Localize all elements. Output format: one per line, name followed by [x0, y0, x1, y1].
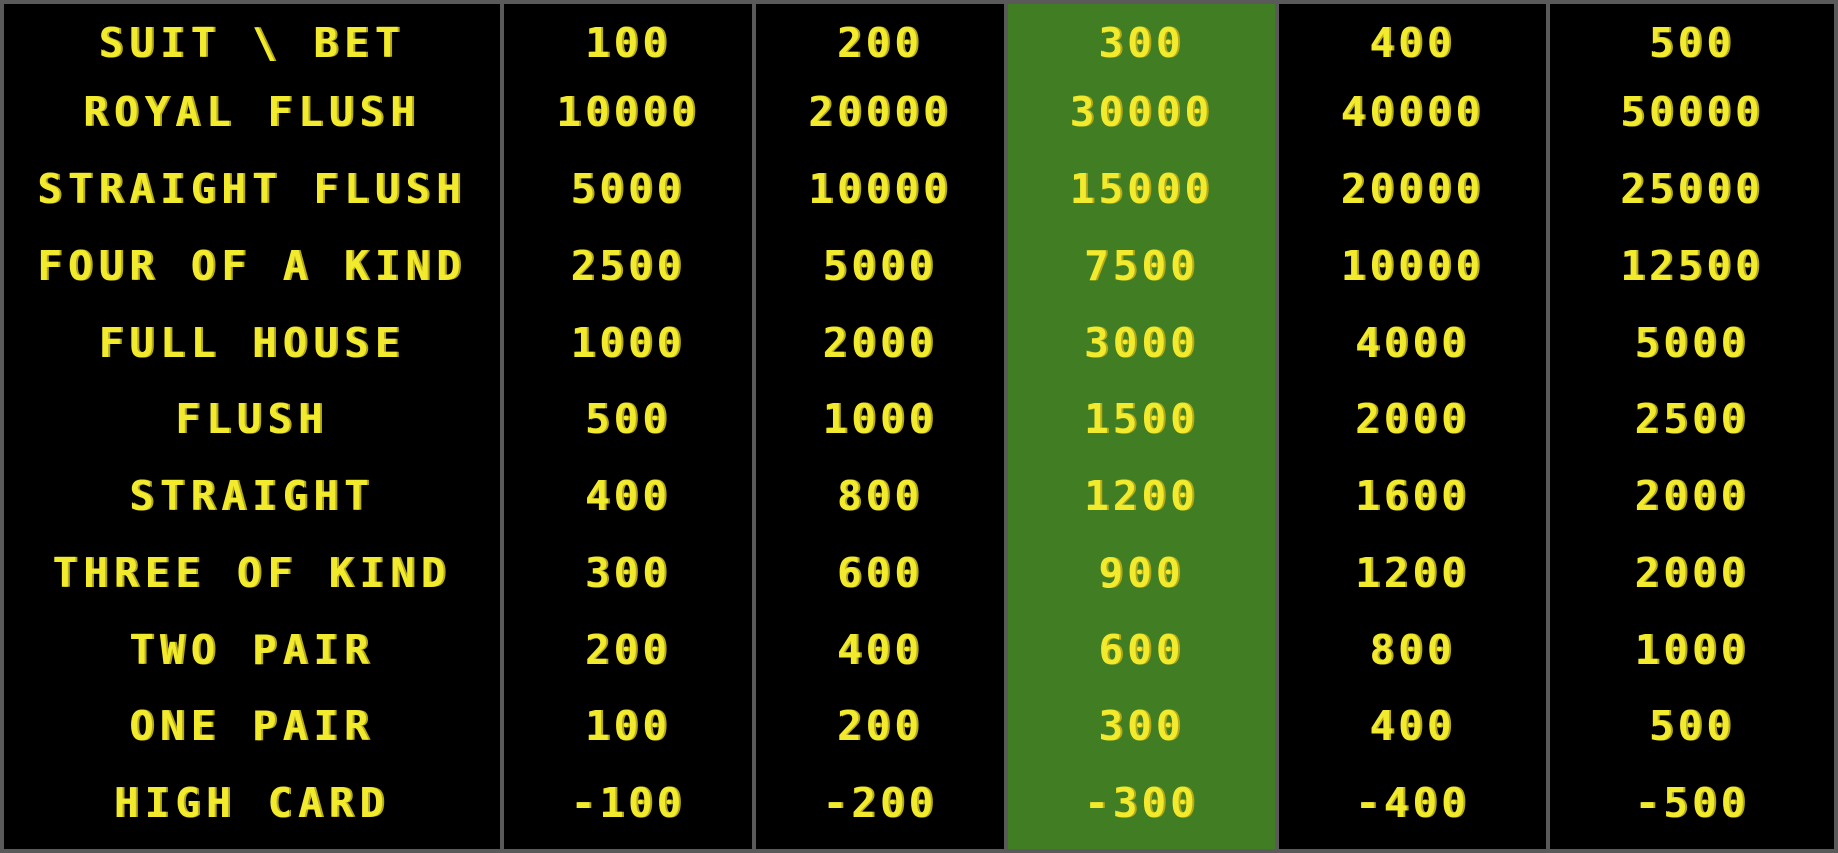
payout-cell: 400: [836, 625, 924, 674]
payout-cell: 500: [1648, 701, 1736, 750]
payout-cell: 1600: [1355, 471, 1470, 520]
payout-cell: -400: [1355, 778, 1470, 827]
payout-cell: 600: [1098, 625, 1185, 674]
payout-cell: 40000: [1340, 87, 1485, 136]
hand-name-three-of-kind: THREE OF KIND: [52, 548, 452, 597]
payout-cell: 5000: [822, 241, 938, 290]
payout-cell: 4000: [1355, 318, 1470, 367]
payout-cell: 20000: [808, 87, 952, 136]
payout-cell: 3000: [1084, 318, 1199, 367]
payout-cell: 2500: [1634, 394, 1750, 443]
payout-cell: 1200: [1084, 471, 1199, 520]
payout-cell: 10000: [1340, 241, 1485, 290]
payout-cell: 5000: [570, 164, 686, 213]
payout-cell: -200: [822, 778, 938, 827]
hand-name-two-pair: TWO PAIR: [129, 625, 375, 674]
payout-cell: 800: [836, 471, 924, 520]
payout-cell: 400: [584, 471, 672, 520]
payout-cell: 1000: [570, 318, 686, 367]
payout-cell: 300: [1098, 701, 1185, 750]
payout-cell: 100: [584, 701, 672, 750]
payout-cell: 1500: [1084, 394, 1199, 443]
hand-name-high-card: HIGH CARD: [113, 778, 391, 827]
payout-cell: 900: [1098, 548, 1185, 597]
payout-cell: 500: [584, 394, 672, 443]
hand-name-four-of-a-kind: FOUR OF A KIND: [37, 241, 467, 290]
bet-column-300-selected[interactable]: 300 30000 15000 7500 3000 1500 1200 900 …: [1004, 4, 1275, 849]
bet-header-500[interactable]: 500: [1550, 4, 1834, 81]
payout-cell: 400: [1369, 701, 1456, 750]
payout-cell: 7500: [1084, 241, 1199, 290]
hand-name-straight-flush: STRAIGHT FLUSH: [37, 164, 467, 213]
payout-cell: 200: [836, 701, 924, 750]
hand-name-flush: FLUSH: [175, 394, 329, 443]
payout-cell: -300: [1084, 778, 1199, 827]
payout-cell: 200: [584, 625, 672, 674]
hand-name-column: SUIT \ BET ROYAL FLUSH STRAIGHT FLUSH FO…: [4, 4, 500, 849]
payout-cell: 1200: [1355, 548, 1470, 597]
payout-cell: 2000: [1634, 471, 1750, 520]
payout-cell: -500: [1634, 778, 1750, 827]
bet-header-200[interactable]: 200: [756, 4, 1004, 81]
hand-name-full-house: FULL HOUSE: [98, 318, 406, 367]
payout-cell: 15000: [1069, 164, 1214, 213]
payout-cell: 1000: [822, 394, 938, 443]
payout-cell: 2500: [570, 241, 686, 290]
hand-name-royal-flush: ROYAL FLUSH: [83, 87, 421, 136]
payout-cell: 2000: [1355, 394, 1470, 443]
bet-header-400[interactable]: 400: [1279, 4, 1546, 81]
payout-cell: 300: [584, 548, 672, 597]
payout-cell: 50000: [1620, 87, 1764, 136]
payout-cell: 12500: [1620, 241, 1764, 290]
payout-cell: 20000: [1340, 164, 1485, 213]
payout-cell: 10000: [556, 87, 700, 136]
pay-table: SUIT \ BET ROYAL FLUSH STRAIGHT FLUSH FO…: [0, 0, 1838, 853]
payout-cell: 600: [836, 548, 924, 597]
payout-cell: 1000: [1634, 625, 1750, 674]
payout-cell: 10000: [808, 164, 952, 213]
payout-cell: 30000: [1069, 87, 1214, 136]
payout-cell: 2000: [1634, 548, 1750, 597]
bet-column-500[interactable]: 500 50000 25000 12500 5000 2500 2000 200…: [1546, 4, 1834, 849]
bet-column-400[interactable]: 400 40000 20000 10000 4000 2000 1600 120…: [1275, 4, 1546, 849]
payout-cell: 800: [1369, 625, 1456, 674]
bet-column-100[interactable]: 100 10000 5000 2500 1000 500 400 300 200…: [500, 4, 752, 849]
corner-header-label: SUIT \ BET: [98, 18, 406, 67]
hand-name-one-pair: ONE PAIR: [129, 701, 375, 750]
payout-cell: -100: [570, 778, 686, 827]
hand-name-straight: STRAIGHT: [129, 471, 375, 520]
payout-cell: 2000: [822, 318, 938, 367]
bet-header-100[interactable]: 100: [504, 4, 752, 81]
payout-cell: 5000: [1634, 318, 1750, 367]
bet-column-200[interactable]: 200 20000 10000 5000 2000 1000 800 600 4…: [752, 4, 1004, 849]
bet-header-300[interactable]: 300: [1008, 4, 1275, 81]
payout-cell: 25000: [1620, 164, 1764, 213]
